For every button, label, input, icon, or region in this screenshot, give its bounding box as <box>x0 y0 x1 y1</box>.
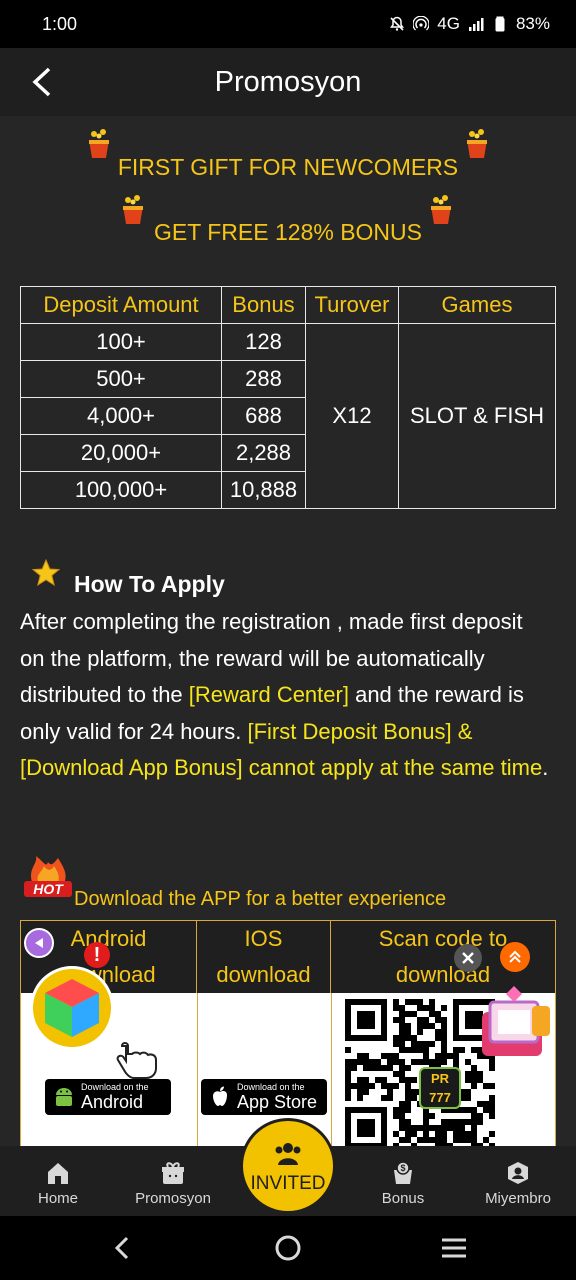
bonus-cell: 128 <box>221 323 306 361</box>
tab-home[interactable]: Home <box>8 1160 108 1207</box>
battery-icon <box>495 16 505 32</box>
ios-download-label: IOS download <box>197 921 331 993</box>
apple-icon <box>213 1086 227 1106</box>
ios-store-name: App Store <box>237 1092 318 1112</box>
android-icon <box>56 1088 72 1106</box>
column-header: Turover <box>305 286 399 324</box>
qr-app-logo: PR 777 <box>419 1067 461 1109</box>
turnover-cell: X12 <box>305 323 399 509</box>
svg-text:$: $ <box>400 1163 405 1173</box>
deposit-cell: 20,000+ <box>20 434 222 472</box>
games-cell: SLOT & FISH <box>398 323 556 509</box>
bonus-cell: 288 <box>221 360 306 398</box>
android-download-button[interactable]: Download on the Android <box>45 1079 171 1115</box>
tab-promosyon[interactable]: Promosyon <box>123 1160 223 1207</box>
alert-badge-icon: ! <box>84 942 110 968</box>
scroll-top-button[interactable] <box>500 942 530 972</box>
tab-bonus[interactable]: $ Bonus <box>353 1160 453 1207</box>
android-store-name: Android <box>81 1092 144 1112</box>
android-store-caption: Download on the <box>81 1082 149 1092</box>
deposit-cell: 100+ <box>20 323 222 361</box>
appstore-download-button[interactable]: Download on the App Store <box>201 1079 327 1115</box>
nav-recents-button[interactable] <box>434 1232 474 1264</box>
table-header-row: Deposit Amount Bonus Turover Games <box>20 286 556 324</box>
deposit-cell: 500+ <box>20 360 222 398</box>
nav-back-button[interactable] <box>102 1232 142 1264</box>
how-to-apply-heading: How To Apply <box>74 571 225 597</box>
gift-icon <box>162 1162 184 1184</box>
home-icon <box>48 1163 68 1184</box>
invited-button[interactable]: INVITED <box>240 1118 336 1214</box>
column-divider <box>197 993 198 1146</box>
column-header: Deposit Amount <box>20 286 222 324</box>
collapse-widget-button[interactable] <box>24 928 54 958</box>
tab-promosyon-label: Promosyon <box>135 1190 211 1207</box>
promo-content: FIRST GIFT FOR NEWCOMERS GET FREE 128% B… <box>0 116 576 1146</box>
table-row: 100+ 128 X12 SLOT & FISH <box>20 323 556 509</box>
double-chevron-up-icon <box>509 950 521 963</box>
reward-center-link: [Reward Center] <box>188 682 349 707</box>
nav-home-button[interactable] <box>268 1232 308 1264</box>
page-title: Promosyon <box>214 65 362 98</box>
system-nav-bar <box>0 1216 576 1280</box>
nav-menu-icon <box>442 1238 466 1258</box>
how-to-apply-text: After completing the registration , made… <box>20 604 550 787</box>
game-cube-widget[interactable] <box>30 966 114 1050</box>
treasure-chest-icon[interactable] <box>472 982 556 1066</box>
bonus-coin-icon: $ <box>394 1161 412 1184</box>
back-button[interactable] <box>22 62 62 102</box>
triangle-left-icon <box>35 938 43 948</box>
bell-off-icon <box>390 16 405 31</box>
chevron-left-icon <box>32 67 51 97</box>
hotspot-icon <box>413 16 430 31</box>
nav-home-icon <box>275 1235 301 1261</box>
network-label: 4G <box>437 14 460 33</box>
tab-miyembro[interactable]: Miyembro <box>468 1160 568 1207</box>
promo-headline: FIRST GIFT FOR NEWCOMERS <box>117 154 459 180</box>
member-icon <box>508 1162 528 1184</box>
page-header: Promosyon <box>0 48 576 116</box>
star-icon <box>31 558 61 587</box>
tab-bonus-label: Bonus <box>381 1190 425 1207</box>
hand-pointer-icon <box>116 1042 157 1079</box>
hot-badge-label: HOT <box>33 881 64 897</box>
status-bar: 1:00 4G 83% <box>0 0 576 48</box>
deposit-cell: 100,000+ <box>20 471 222 509</box>
hot-badge-icon: HOT <box>24 856 72 897</box>
tab-miyembro-label: Miyembro <box>485 1190 551 1207</box>
game-cube-icon <box>45 979 99 1037</box>
apply-text-part: . <box>542 755 549 780</box>
people-icon <box>275 1143 301 1165</box>
promo-subheadline: GET FREE 128% BONUS <box>154 219 422 245</box>
invited-label: INVITED <box>250 1173 326 1194</box>
column-header: Bonus <box>221 286 306 324</box>
column-header: Games <box>398 286 556 324</box>
close-widget-button[interactable] <box>454 944 482 972</box>
close-icon <box>462 952 474 964</box>
download-heading: Download the APP for a better experience <box>74 888 447 910</box>
ios-store-caption: Download on the <box>237 1082 305 1092</box>
signal-icon <box>468 18 484 31</box>
battery-level: 83% <box>515 14 550 33</box>
bonus-table: Deposit Amount Bonus Turover Games 100+ … <box>20 286 556 509</box>
bonus-cell: 10,888 <box>221 471 306 509</box>
status-icons: 4G 83% <box>389 14 550 34</box>
bonus-cell: 2,288 <box>221 434 306 472</box>
nav-back-icon <box>114 1236 129 1260</box>
status-time: 1:00 <box>42 13 78 34</box>
tab-home-label: Home <box>37 1190 78 1207</box>
bonus-cell: 688 <box>221 397 306 435</box>
deposit-cell: 4,000+ <box>20 397 222 435</box>
